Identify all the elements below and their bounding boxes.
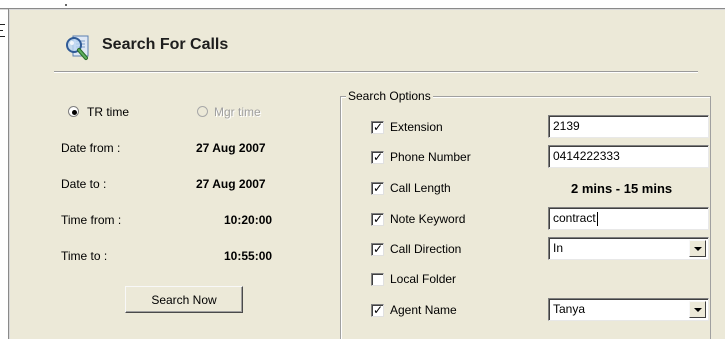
call-length-label: Call Length <box>390 181 451 195</box>
dropdown-arrow-button[interactable] <box>689 240 706 257</box>
call-direction-label: Call Direction <box>390 242 462 256</box>
call-length-value: 2 mins - 15 mins <box>571 181 673 196</box>
note-keyword-input[interactable]: contract <box>548 207 709 230</box>
note-keyword-checkbox[interactable]: ✓ <box>371 213 384 226</box>
date-to-value: 27 Aug 2007 <box>196 177 266 191</box>
tr-time-label: TR time <box>87 105 129 119</box>
time-from-value: 10:20:00 <box>224 213 273 227</box>
extension-label: Extension <box>390 120 443 134</box>
time-to-label: Time to : <box>61 249 108 263</box>
title-divider-highlight <box>54 72 698 73</box>
date-from-label: Date from : <box>61 141 121 155</box>
extension-value: 2139 <box>553 119 580 133</box>
check-mark-icon: ✓ <box>373 120 384 134</box>
local-folder-label: Local Folder <box>390 272 457 286</box>
dropdown-arrow-button[interactable] <box>689 301 706 318</box>
call-direction-select[interactable]: In <box>548 237 709 260</box>
mgr-time-radio[interactable] <box>197 106 208 117</box>
call-direction-value: In <box>553 241 564 255</box>
date-to-label: Date to : <box>61 177 107 191</box>
check-mark-icon: ✓ <box>373 150 384 164</box>
frame-artifact <box>65 4 67 6</box>
agent-name-checkbox[interactable]: ✓ <box>371 304 384 317</box>
check-mark-icon: ✓ <box>373 303 384 317</box>
time-to-value: 10:55:00 <box>224 249 273 263</box>
frame-artifact <box>0 24 5 25</box>
agent-name-value: Tanya <box>553 302 586 316</box>
search-options-legend: Search Options <box>346 89 433 103</box>
magnifier-document-icon <box>64 32 94 62</box>
mgr-time-label: Mgr time <box>214 105 261 119</box>
phone-number-checkbox[interactable]: ✓ <box>371 151 384 164</box>
call-direction-checkbox[interactable]: ✓ <box>371 243 384 256</box>
call-length-checkbox[interactable]: ✓ <box>371 182 384 195</box>
chevron-down-icon <box>694 247 702 251</box>
time-from-label: Time from : <box>61 213 122 227</box>
extension-input[interactable]: 2139 <box>548 115 709 138</box>
local-folder-checkbox[interactable] <box>371 273 384 286</box>
tr-time-radio[interactable] <box>68 106 79 117</box>
note-keyword-value: contract <box>553 211 596 225</box>
check-mark-icon: ✓ <box>373 181 384 195</box>
phone-number-value: 0414222333 <box>553 149 620 163</box>
agent-name-select[interactable]: Tanya <box>548 298 709 321</box>
page-title: Search For Calls <box>102 36 229 53</box>
search-now-button[interactable]: Search Now <box>125 286 243 313</box>
check-mark-icon: ✓ <box>373 242 384 256</box>
note-keyword-label: Note Keyword <box>390 212 466 226</box>
agent-name-label: Agent Name <box>390 303 457 317</box>
check-mark-icon: ✓ <box>373 212 384 226</box>
frame-artifact <box>0 36 5 37</box>
extension-checkbox[interactable]: ✓ <box>371 121 384 134</box>
date-from-value: 27 Aug 2007 <box>196 141 266 155</box>
phone-number-input[interactable]: 0414222333 <box>548 145 709 168</box>
chevron-down-icon <box>694 308 702 312</box>
text-cursor <box>596 211 598 226</box>
phone-number-label: Phone Number <box>390 150 471 164</box>
frame-artifact <box>0 30 3 31</box>
